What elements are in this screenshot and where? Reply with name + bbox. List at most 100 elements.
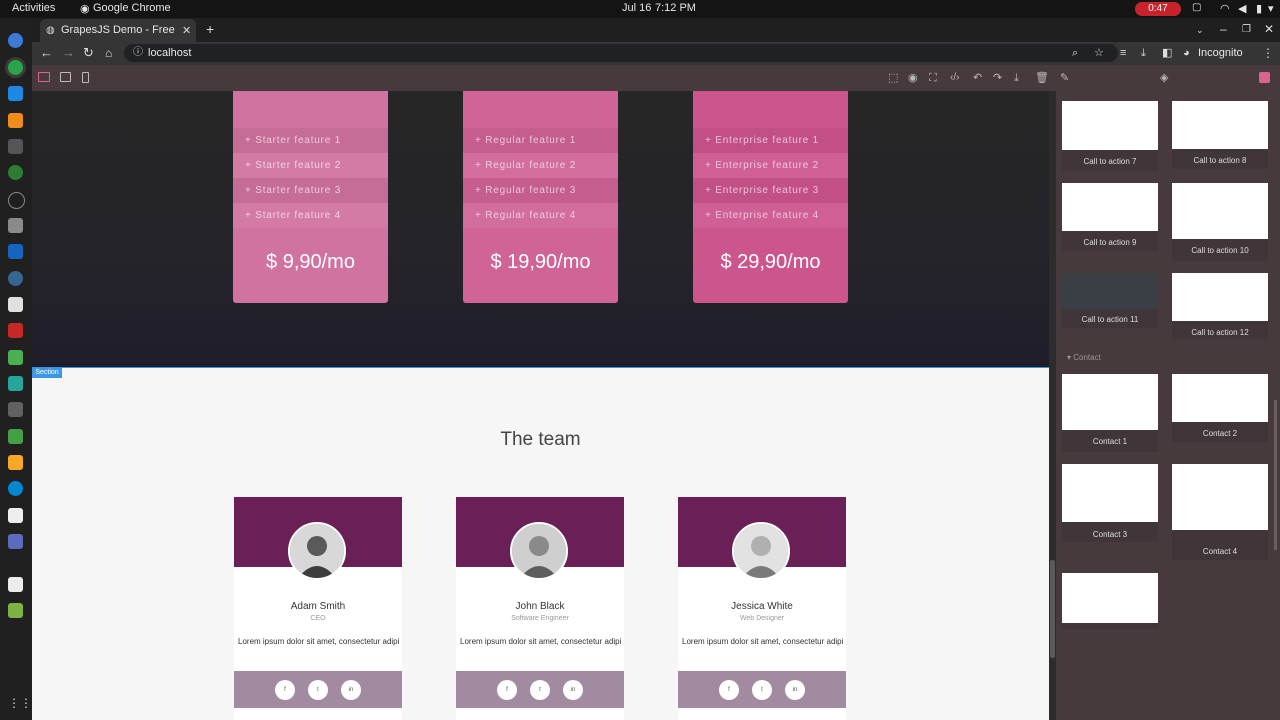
block-call-to-action-9[interactable]: Call to action 9: [1062, 183, 1158, 251]
system-menu-icon[interactable]: ▾: [1268, 2, 1274, 15]
files-icon[interactable]: [8, 218, 23, 233]
clock-time[interactable]: 7:12 PM: [655, 2, 696, 14]
facebook-icon[interactable]: f: [719, 680, 739, 700]
side-panel-icon[interactable]: ◧: [1162, 47, 1172, 59]
app-icon-1[interactable]: [8, 350, 23, 365]
trash-icon[interactable]: [8, 603, 23, 618]
sw-visibility-icon[interactable]: ⬚: [888, 72, 898, 84]
linkedin-icon[interactable]: in: [341, 680, 361, 700]
bookmark-star-icon[interactable]: ☆: [1094, 47, 1104, 59]
hs-icon[interactable]: [8, 165, 23, 180]
monitor-icon[interactable]: [8, 402, 23, 417]
notes-icon[interactable]: [8, 577, 23, 592]
app-icon-4[interactable]: [8, 455, 23, 470]
blocks-icon[interactable]: [1259, 72, 1270, 83]
volume-icon[interactable]: ◀: [1238, 2, 1246, 15]
block-call-to-action-7[interactable]: Call to action 7: [1062, 101, 1158, 171]
battery-icon[interactable]: ▮: [1256, 2, 1262, 15]
screen-recording-indicator[interactable]: 0:47: [1135, 2, 1181, 16]
twitter-icon[interactable]: t: [530, 680, 550, 700]
zoom-icon[interactable]: ⌕: [1072, 47, 1078, 59]
download-icon[interactable]: ⤓: [1141, 47, 1146, 59]
team-card[interactable]: Jessica White Web Designer Lorem ipsum d…: [678, 497, 846, 720]
avatar[interactable]: [288, 522, 346, 580]
filezilla-icon[interactable]: [8, 323, 23, 338]
activities-button[interactable]: Activities: [12, 2, 55, 14]
facebook-icon[interactable]: f: [497, 680, 517, 700]
block-contact-4[interactable]: Contact 4: [1172, 464, 1268, 560]
new-tab-icon[interactable]: +: [206, 22, 214, 36]
app-menu[interactable]: Google Chrome: [93, 2, 171, 14]
back-icon[interactable]: ←: [40, 46, 53, 59]
postgres-icon[interactable]: [8, 271, 23, 286]
network-icon[interactable]: [8, 244, 23, 259]
reading-list-icon[interactable]: ≡: [1120, 47, 1126, 59]
layer-manager-icon[interactable]: ◈: [1160, 72, 1168, 84]
terminal-icon[interactable]: [8, 139, 23, 154]
device-desktop-icon[interactable]: [38, 72, 50, 82]
block-call-to-action-11[interactable]: Call to action 11: [1062, 273, 1158, 328]
vim-icon[interactable]: [8, 297, 23, 312]
facebook-icon[interactable]: f: [275, 680, 295, 700]
redo-icon[interactable]: ↷: [993, 72, 1002, 84]
wifi-icon[interactable]: ◠: [1220, 2, 1230, 15]
pricing-card-enterprise[interactable]: + Enterprise feature 1 + Enterprise feat…: [693, 91, 848, 303]
reload-icon[interactable]: ↻: [83, 46, 94, 59]
browser-tab[interactable]: ◍ GrapesJS Demo - Free Op ✕: [40, 19, 196, 42]
block-contact-1[interactable]: Contact 1: [1062, 374, 1158, 452]
block-call-to-action-12[interactable]: Call to action 12: [1172, 273, 1268, 339]
clear-canvas-icon[interactable]: 🗑: [1035, 72, 1049, 84]
export-icon[interactable]: ⤓: [1014, 72, 1019, 84]
address-bar[interactable]: ⓘ localhost ⌕ ☆: [124, 44, 1118, 62]
canvas-scrollbar-thumb[interactable]: [1050, 560, 1055, 658]
linkedin-icon[interactable]: in: [785, 680, 805, 700]
pricing-card-starter[interactable]: + Starter feature 1 + Starter feature 2 …: [233, 91, 388, 303]
forward-icon[interactable]: →: [62, 46, 75, 59]
site-info-icon[interactable]: ⓘ: [133, 47, 143, 59]
chromium-icon[interactable]: [8, 33, 23, 48]
notification-icon[interactable]: ▢: [1192, 2, 1201, 13]
linkedin-icon[interactable]: in: [563, 680, 583, 700]
fullscreen-icon[interactable]: ⛶: [929, 72, 937, 84]
vscode-icon[interactable]: [8, 86, 23, 101]
avatar[interactable]: [510, 522, 568, 580]
device-mobile-icon[interactable]: [82, 72, 89, 83]
twitter-icon[interactable]: t: [308, 680, 328, 700]
app-grid-icon[interactable]: ⋮⋮: [8, 696, 32, 711]
maximize-icon[interactable]: ❐: [1242, 24, 1251, 36]
address-text[interactable]: localhost: [148, 47, 191, 59]
avatar[interactable]: [732, 522, 790, 580]
undo-icon[interactable]: ↶: [973, 72, 982, 84]
mongodb-icon[interactable]: [8, 192, 25, 209]
pricing-section[interactable]: + Starter feature 1 + Starter feature 2 …: [32, 91, 1049, 368]
block-call-to-action-10[interactable]: Call to action 10: [1172, 183, 1268, 261]
teams-icon[interactable]: [8, 534, 23, 549]
window-close-icon[interactable]: ✕: [1264, 23, 1274, 35]
chrome-menu-icon[interactable]: ⋮: [1262, 47, 1274, 59]
text-editor-icon[interactable]: [8, 508, 23, 523]
telegram-icon[interactable]: [8, 481, 23, 496]
minimize-icon[interactable]: –: [1220, 23, 1227, 35]
team-card[interactable]: Adam Smith CEO Lorem ipsum dolor sit ame…: [234, 497, 402, 720]
block-contact-3[interactable]: Contact 3: [1062, 464, 1158, 542]
block-call-to-action-8[interactable]: Call to action 8: [1172, 101, 1268, 169]
block-contact-2[interactable]: Contact 2: [1172, 374, 1268, 442]
twitter-icon[interactable]: t: [752, 680, 772, 700]
preview-icon[interactable]: ◉: [908, 72, 918, 84]
app-icon-2[interactable]: [8, 376, 23, 391]
sublime-icon[interactable]: [8, 113, 23, 128]
tab-search-icon[interactable]: ⌄: [1196, 24, 1204, 36]
tab-close-icon[interactable]: ✕: [182, 25, 191, 37]
device-tablet-icon[interactable]: [60, 72, 71, 82]
editor-canvas[interactable]: + Starter feature 1 + Starter feature 2 …: [32, 91, 1049, 720]
block-contact-5[interactable]: [1062, 573, 1158, 629]
blocks-panel-scrollbar[interactable]: [1274, 400, 1277, 550]
clock-date[interactable]: Jul 16: [622, 2, 651, 14]
code-icon[interactable]: ‹/›: [950, 72, 959, 84]
pricing-card-regular[interactable]: + Regular feature 1 + Regular feature 2 …: [463, 91, 618, 303]
incognito-profile-button[interactable]: ◕ Incognito: [1181, 45, 1253, 61]
category-contact[interactable]: ▾ Contact: [1067, 353, 1101, 362]
chrome-icon[interactable]: [8, 60, 23, 75]
team-card[interactable]: John Black Software Engineer Lorem ipsum…: [456, 497, 624, 720]
app-icon-3[interactable]: [8, 429, 23, 444]
